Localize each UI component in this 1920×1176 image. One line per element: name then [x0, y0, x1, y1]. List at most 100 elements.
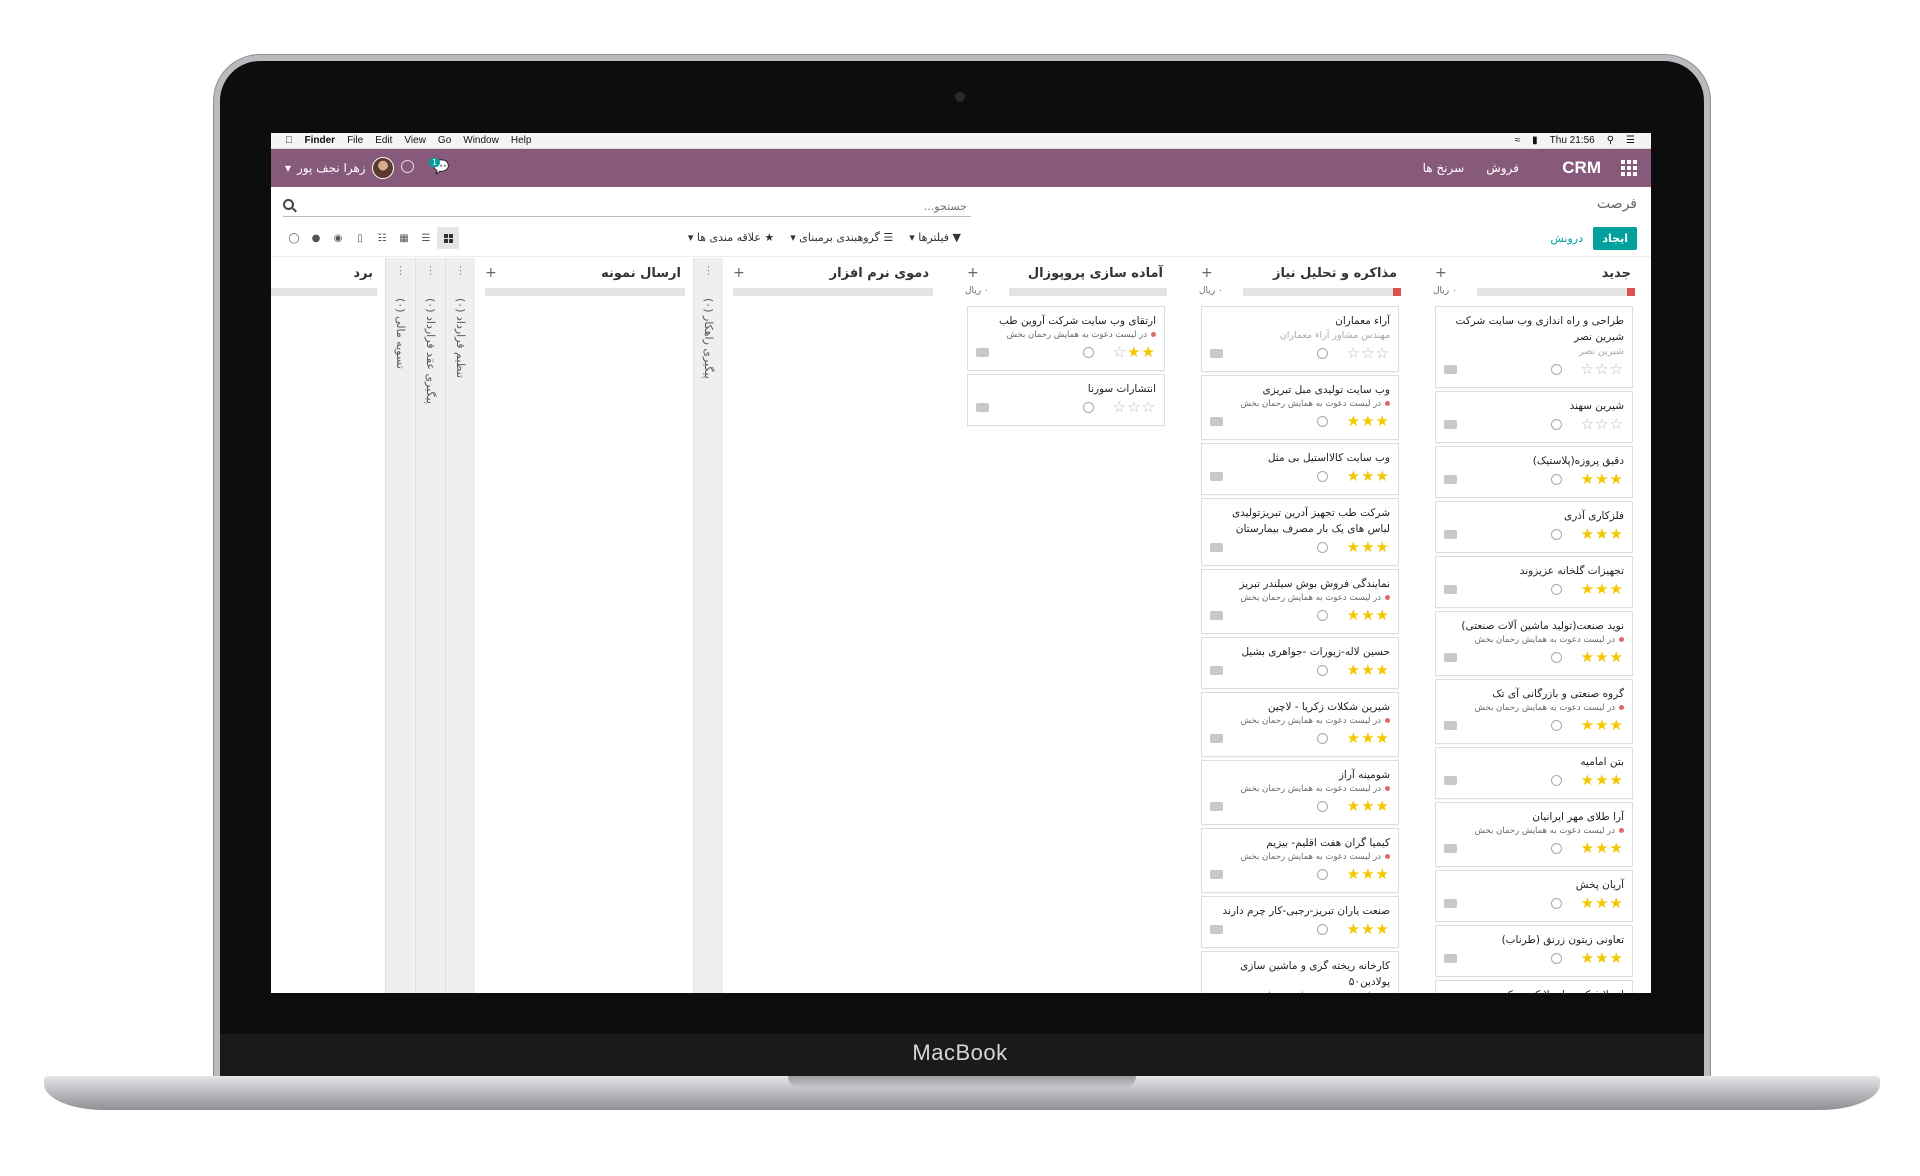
- wifi-icon[interactable]: ≈: [1515, 135, 1521, 146]
- activity-clock-icon[interactable]: [1317, 869, 1328, 880]
- dashboard-view-icon[interactable]: ◉: [327, 227, 349, 249]
- priority-star-icon[interactable]: ★: [1595, 839, 1609, 857]
- menu-sales[interactable]: فروش: [1486, 161, 1519, 175]
- priority-star-icon[interactable]: ★: [1581, 716, 1595, 734]
- activity-view-icon[interactable]: ◯: [283, 227, 305, 249]
- user-menu[interactable]: زهرا نجف پور ▾: [285, 157, 394, 179]
- priority-star-icon[interactable]: ★: [1347, 797, 1361, 815]
- activity-clock-icon[interactable]: [401, 160, 414, 173]
- folded-column-contract-setup[interactable]: ⋮ تنظیم قرارداد (۰): [445, 258, 475, 993]
- priority-star-icon[interactable]: ★: [1595, 470, 1609, 488]
- priority-star-icon[interactable]: ★: [1610, 716, 1624, 734]
- activity-clock-icon[interactable]: [1083, 347, 1094, 358]
- add-card-icon[interactable]: +: [1201, 265, 1213, 281]
- activity-clock-icon[interactable]: [1551, 584, 1562, 595]
- kanban-card[interactable]: لی لا فیکس- لی لا کوزمتیک★★★: [1435, 980, 1633, 993]
- priority-star-icon[interactable]: ★: [1581, 525, 1595, 543]
- graph-view-icon[interactable]: ▯: [349, 227, 371, 249]
- menubar-go[interactable]: Go: [438, 135, 451, 146]
- activity-clock-icon[interactable]: [1551, 652, 1562, 663]
- priority-stars[interactable]: ★★★: [1347, 663, 1390, 678]
- kanban-card[interactable]: شیرین شکلات زکریا - لاچین در لیست دعوت به…: [1201, 692, 1399, 757]
- activity-clock-icon[interactable]: [1317, 416, 1328, 427]
- priority-stars[interactable]: ★★★: [1347, 608, 1390, 623]
- app-title[interactable]: CRM: [1562, 158, 1601, 178]
- import-button[interactable]: درونش: [1550, 227, 1583, 250]
- calendar-view-icon[interactable]: ▦: [393, 227, 415, 249]
- priority-stars[interactable]: ★★★: [1347, 731, 1390, 746]
- priority-stars[interactable]: ☆☆☆: [1581, 417, 1624, 432]
- column-title[interactable]: دموی نرم افزار: [830, 266, 929, 281]
- kanban-card[interactable]: فلزکاری آذری ★★★: [1435, 501, 1633, 553]
- activity-clock-icon[interactable]: [1551, 419, 1562, 430]
- activity-clock-icon[interactable]: [1317, 610, 1328, 621]
- priority-stars[interactable]: ☆☆☆: [1113, 400, 1156, 415]
- priority-star-icon[interactable]: ☆: [1113, 343, 1127, 361]
- priority-star-icon[interactable]: ★: [1347, 729, 1361, 747]
- priority-star-icon[interactable]: ★: [1347, 606, 1361, 624]
- priority-stars[interactable]: ☆☆☆: [1347, 346, 1390, 361]
- priority-stars[interactable]: ★★★: [1581, 718, 1624, 733]
- more-icon[interactable]: ⋮: [694, 264, 723, 277]
- priority-star-icon[interactable]: ★: [1610, 648, 1624, 666]
- activity-clock-icon[interactable]: [1551, 953, 1562, 964]
- priority-star-icon[interactable]: ★: [1361, 797, 1375, 815]
- groupby-dropdown[interactable]: ☰ گروهبندی برمبنای ▾: [790, 231, 893, 244]
- apple-icon[interactable]: : [285, 135, 293, 146]
- priority-star-icon[interactable]: ☆: [1142, 398, 1156, 416]
- priority-star-icon[interactable]: ★: [1361, 920, 1375, 938]
- activity-clock-icon[interactable]: [1317, 801, 1328, 812]
- folded-column-contract-followup[interactable]: ⋮ پیگیری عقد قرارداد (۰): [415, 258, 445, 993]
- priority-star-icon[interactable]: ★: [1361, 467, 1375, 485]
- column-progressbar[interactable]: [485, 288, 685, 296]
- add-card-icon[interactable]: +: [485, 265, 497, 281]
- priority-star-icon[interactable]: ★: [1376, 920, 1390, 938]
- kanban-card[interactable]: تجهیزات گلخانه عزیزوند ★★★: [1435, 556, 1633, 608]
- priority-stars[interactable]: ★★★: [1347, 867, 1390, 882]
- priority-star-icon[interactable]: ★: [1610, 580, 1624, 598]
- search-spotlight-icon[interactable]: ⚲: [1607, 135, 1614, 146]
- priority-star-icon[interactable]: ★: [1610, 771, 1624, 789]
- kanban-card[interactable]: دقیق پروزه(پلاستیک) ★★★: [1435, 446, 1633, 498]
- kanban-card[interactable]: طراحی و راه اندازی وب سایت شرکت شیرین نص…: [1435, 306, 1633, 388]
- list-view-icon[interactable]: ☰: [415, 227, 437, 249]
- kanban-view-icon[interactable]: [437, 227, 459, 249]
- priority-star-icon[interactable]: ★: [1581, 839, 1595, 857]
- priority-stars[interactable]: ★★★: [1347, 414, 1390, 429]
- activity-clock-icon[interactable]: [1551, 720, 1562, 731]
- priority-stars[interactable]: ★★★: [1347, 540, 1390, 555]
- priority-star-icon[interactable]: ★: [1376, 729, 1390, 747]
- kanban-card[interactable]: آرا طلای مهر ایرانیان در لیست دعوت به هما…: [1435, 802, 1633, 867]
- priority-star-icon[interactable]: ★: [1595, 771, 1609, 789]
- kanban-card[interactable]: کیمیا گران هفت اقلیم- بیزیم در لیست دعوت …: [1201, 828, 1399, 893]
- kanban-card[interactable]: انتشارات سورنا ☆☆☆: [967, 374, 1165, 426]
- kanban-card[interactable]: وب سایت کالااستیل بی مثل ★★★: [1201, 443, 1399, 495]
- priority-star-icon[interactable]: ★: [1376, 467, 1390, 485]
- priority-star-icon[interactable]: ★: [1347, 920, 1361, 938]
- activity-clock-icon[interactable]: [1551, 529, 1562, 540]
- column-progressbar[interactable]: [1009, 288, 1167, 296]
- priority-star-icon[interactable]: ☆: [1595, 360, 1609, 378]
- kanban-card[interactable]: وب سایت تولیدی مبل تبریزی در لیست دعوت به…: [1201, 375, 1399, 440]
- kanban-card[interactable]: نوید صنعت(تولید ماشین آلات صنعتی) در لیست…: [1435, 611, 1633, 676]
- more-icon[interactable]: ⋮: [446, 264, 475, 277]
- menubar-file[interactable]: File: [347, 135, 363, 146]
- menubar-view[interactable]: View: [404, 135, 426, 146]
- priority-star-icon[interactable]: ★: [1610, 470, 1624, 488]
- priority-star-icon[interactable]: ★: [1347, 412, 1361, 430]
- priority-star-icon[interactable]: ☆: [1581, 360, 1595, 378]
- priority-star-icon[interactable]: ☆: [1376, 344, 1390, 362]
- pivot-view-icon[interactable]: ☷: [371, 227, 393, 249]
- activity-clock-icon[interactable]: [1317, 665, 1328, 676]
- folded-column-solution[interactable]: ⋮ پیگیری راهکار (۰): [693, 258, 723, 993]
- activity-clock-icon[interactable]: [1317, 542, 1328, 553]
- kanban-card[interactable]: نمایندگی فروش بوش سیلندر تبریز در لیست دع…: [1201, 569, 1399, 634]
- kanban-card[interactable]: شرکت طب تجهیز آدرین تبریزتولیدی لباس های…: [1201, 498, 1399, 566]
- priority-star-icon[interactable]: ★: [1347, 538, 1361, 556]
- search-input[interactable]: [283, 196, 971, 217]
- priority-star-icon[interactable]: ★: [1581, 470, 1595, 488]
- kanban-card[interactable]: شومینه آراز در لیست دعوت به همایش رحمان ب…: [1201, 760, 1399, 825]
- priority-star-icon[interactable]: ★: [1581, 580, 1595, 598]
- priority-stars[interactable]: ★★★: [1581, 582, 1624, 597]
- kanban-card[interactable]: تعاونی زیتون زرنق (طرناب) ★★★: [1435, 925, 1633, 977]
